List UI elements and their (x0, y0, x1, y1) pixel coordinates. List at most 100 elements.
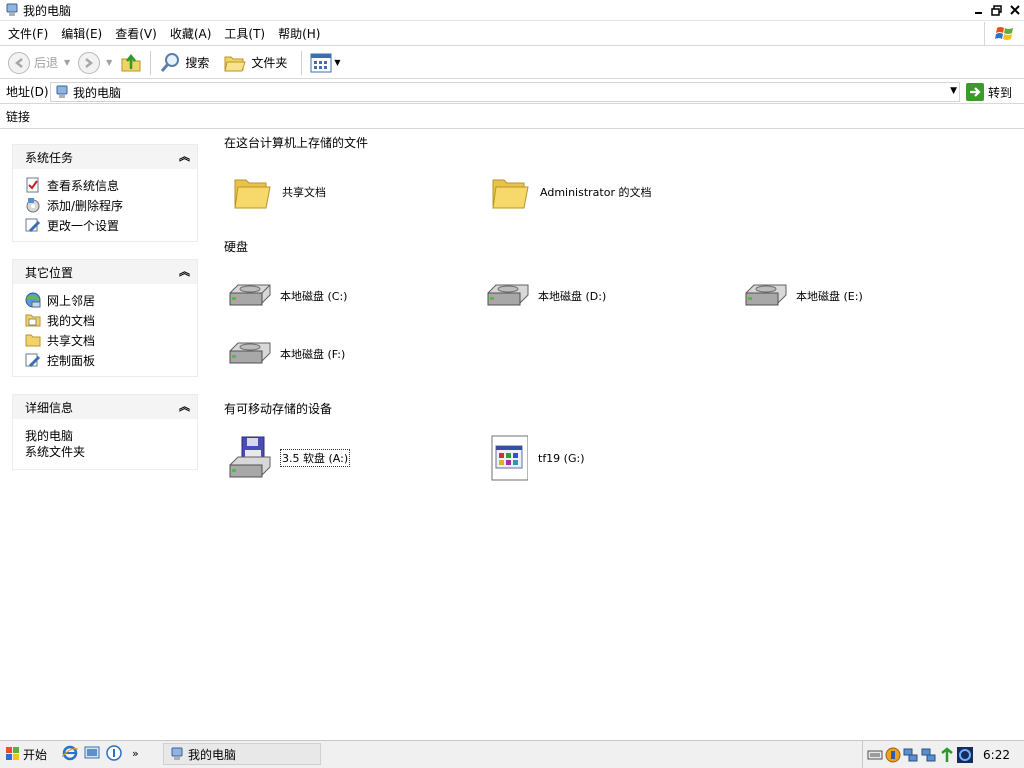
clock: 6:22 (983, 747, 1010, 762)
task-label: 查看系统信息 (47, 178, 120, 193)
collapse-chevron-icon[interactable]: ︽ (179, 266, 190, 277)
menu-edit[interactable]: 编辑(E) (53, 25, 107, 42)
folders-button[interactable]: 文件夹 (219, 49, 291, 77)
quick-launch-more-icon[interactable]: » (132, 747, 139, 760)
place-network[interactable]: 网上邻居 (25, 290, 197, 310)
search-icon (161, 52, 180, 72)
place-shared-documents[interactable]: 共享文档 (25, 330, 197, 350)
links-label: 链接 (6, 110, 31, 124)
forward-dropdown-icon[interactable]: ▼ (106, 58, 112, 67)
media-tray-icon[interactable] (957, 746, 973, 763)
search-button[interactable]: 搜索 (155, 49, 213, 77)
windows-flag-icon (994, 27, 1013, 40)
links-bar[interactable]: 链接 (0, 105, 1024, 129)
menu-view[interactable]: 查看(V) (107, 25, 162, 42)
search-label: 搜索 (185, 56, 210, 70)
floppy-drive-icon (226, 434, 274, 482)
taskbar-window-button[interactable]: 我的电脑 (163, 743, 321, 765)
other-places-header[interactable]: 其它位置 ︽ (13, 260, 197, 284)
safely-remove-hardware-icon[interactable] (939, 746, 955, 763)
address-bar: 地址(D) 我的电脑 ▼ 转到 (0, 80, 1024, 104)
drive-e-item[interactable]: 本地磁盘 (E:) (742, 272, 863, 320)
my-computer-icon (56, 85, 68, 98)
drive-f-item[interactable]: 本地磁盘 (F:) (226, 330, 345, 378)
toolbar-separator (301, 50, 303, 75)
details-header[interactable]: 详细信息 ︽ (13, 395, 197, 419)
task-pane: 系统任务 ︽ 查看系统信息 添加/删除程序 更改一个设置 其它位置 ︽ 网上邻居… (0, 130, 212, 740)
forward-button[interactable]: ▼ (74, 49, 116, 77)
back-button[interactable]: 后退 ▼ (4, 49, 74, 77)
item-label: Administrator 的文档 (540, 186, 652, 199)
details-panel: 详细信息 ︽ 我的电脑 系统文件夹 (12, 394, 198, 470)
menu-favorites[interactable]: 收藏(A) (162, 25, 217, 42)
item-label: 本地磁盘 (E:) (796, 290, 863, 303)
system-info-icon (25, 177, 41, 193)
go-button[interactable]: 转到 (966, 82, 1012, 102)
system-tasks-header[interactable]: 系统任务 ︽ (13, 145, 197, 169)
task-add-remove-programs[interactable]: 添加/删除程序 (25, 195, 197, 215)
place-label: 网上邻居 (47, 293, 96, 308)
folder-view: 在这台计算机上存储的文件 共享文档 Administrator 的文档 硬盘 本… (212, 130, 1024, 740)
menu-tools[interactable]: 工具(T) (216, 25, 270, 42)
details-name: 我的电脑 (25, 429, 74, 443)
internet-explorer-icon[interactable] (62, 745, 78, 761)
address-label: 地址(D) (6, 85, 49, 99)
folder-icon (486, 168, 534, 216)
administrator-documents-item[interactable]: Administrator 的文档 (486, 168, 651, 216)
item-label: 3.5 软盘 (A:) (280, 449, 351, 467)
removable-g-item[interactable]: tf19 (G:) (484, 434, 585, 482)
drive-d-item[interactable]: 本地磁盘 (D:) (484, 272, 606, 320)
start-button[interactable]: 开始 (2, 743, 51, 765)
task-change-setting[interactable]: 更改一个设置 (25, 215, 197, 235)
go-label: 转到 (988, 85, 1013, 100)
task-view-system-info[interactable]: 查看系统信息 (25, 175, 197, 195)
standard-toolbar: 后退 ▼ ▼ 搜索 文件夹 ▼ (0, 47, 1024, 79)
system-tray: 6:22 (862, 741, 1024, 768)
other-places-panel: 其它位置 ︽ 网上邻居 我的文档 共享文档 控制面板 (12, 259, 198, 377)
media-player-icon[interactable] (106, 745, 122, 761)
address-dropdown-icon[interactable]: ▼ (950, 86, 957, 96)
task-label: 更改一个设置 (47, 218, 120, 233)
section-hard-disks-title: 硬盘 (224, 240, 249, 254)
network-places-icon (25, 292, 41, 308)
item-label: 本地磁盘 (F:) (280, 348, 346, 361)
views-button[interactable]: ▼ (306, 49, 344, 77)
views-icon (310, 53, 332, 72)
security-shield-icon[interactable] (885, 747, 901, 763)
windows-logo (984, 22, 1024, 46)
up-folder-icon (121, 53, 141, 71)
collapse-chevron-icon[interactable]: ︽ (179, 401, 190, 412)
network-connection-icon[interactable] (903, 747, 919, 763)
floppy-a-item[interactable]: 3.5 软盘 (A:) (226, 434, 351, 482)
title-bar[interactable]: 我的电脑 (0, 0, 1024, 21)
back-dropdown-icon[interactable]: ▼ (64, 58, 70, 67)
minimize-button[interactable] (971, 3, 986, 17)
restore-icon (991, 4, 1002, 16)
folder-icon (228, 168, 276, 216)
folders-icon (224, 56, 247, 71)
show-desktop-icon[interactable] (84, 745, 100, 761)
drive-c-item[interactable]: 本地磁盘 (C:) (226, 272, 347, 320)
menu-file[interactable]: 文件(F) (0, 25, 53, 42)
quick-launch: » (62, 745, 139, 761)
place-my-documents[interactable]: 我的文档 (25, 310, 197, 330)
place-control-panel[interactable]: 控制面板 (25, 350, 197, 370)
windows-flag-icon (6, 747, 19, 760)
network-connection-icon[interactable] (921, 747, 937, 763)
up-button[interactable] (116, 49, 146, 77)
keyboard-icon[interactable] (867, 747, 883, 763)
shared-documents-item[interactable]: 共享文档 (228, 168, 326, 216)
system-tasks-panel: 系统任务 ︽ 查看系统信息 添加/删除程序 更改一个设置 (12, 144, 198, 242)
menu-help[interactable]: 帮助(H) (270, 25, 325, 42)
menu-bar: 文件(F) 编辑(E) 查看(V) 收藏(A) 工具(T) 帮助(H) (0, 22, 1024, 46)
back-arrow-icon (8, 51, 30, 74)
collapse-chevron-icon[interactable]: ︽ (179, 151, 190, 162)
restore-button[interactable] (989, 3, 1004, 17)
place-label: 我的文档 (47, 313, 96, 328)
folders-label: 文件夹 (251, 56, 288, 70)
address-input[interactable]: 我的电脑 ▼ (50, 82, 960, 102)
explorer-window: 我的电脑 文件(F) 编辑(E) 查看(V) 收藏(A) 工具(T) 帮助(H)… (0, 0, 1024, 740)
forward-arrow-icon (78, 51, 101, 74)
minimize-icon (974, 12, 982, 14)
close-button[interactable] (1007, 3, 1022, 17)
